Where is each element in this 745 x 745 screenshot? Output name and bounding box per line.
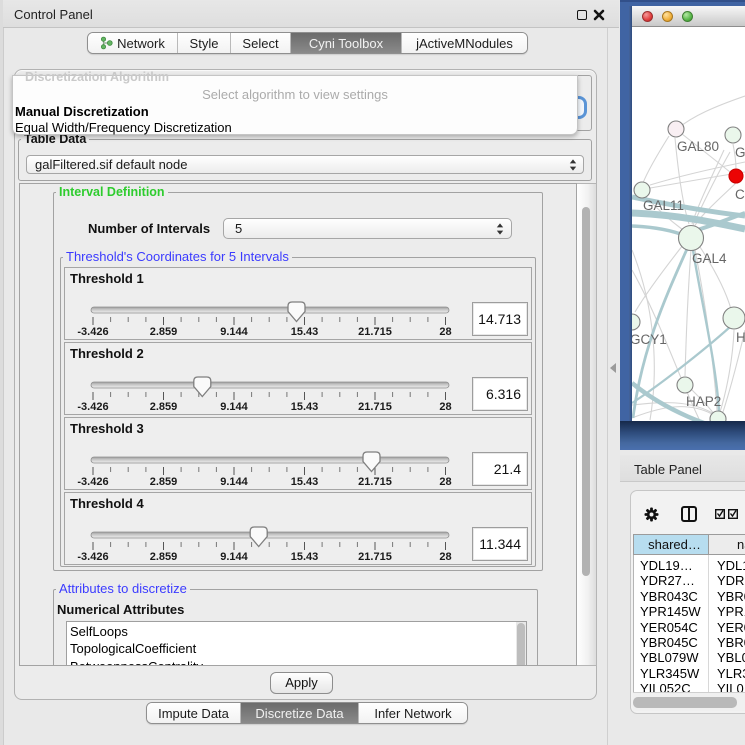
svg-text:2.859: 2.859: [150, 551, 178, 563]
svg-text:28: 28: [439, 401, 451, 413]
svg-text:GAL80: GAL80: [677, 139, 719, 154]
svg-text:15.43: 15.43: [291, 326, 319, 338]
svg-text:21.715: 21.715: [358, 551, 392, 563]
svg-text:9.144: 9.144: [220, 326, 248, 338]
svg-text:-3.426: -3.426: [77, 476, 108, 488]
svg-text:C: C: [735, 187, 745, 202]
svg-text:GAL4: GAL4: [692, 251, 727, 266]
svg-text:H: H: [736, 330, 745, 345]
svg-text:GCY1: GCY1: [632, 332, 667, 347]
svg-text:21.715: 21.715: [358, 476, 392, 488]
svg-text:9.144: 9.144: [220, 476, 248, 488]
svg-text:21.715: 21.715: [358, 326, 392, 338]
svg-text:28: 28: [439, 476, 451, 488]
svg-text:28: 28: [439, 551, 451, 563]
svg-text:2.859: 2.859: [150, 326, 178, 338]
svg-text:GA: GA: [735, 145, 745, 160]
svg-text:15.43: 15.43: [291, 401, 319, 413]
svg-text:28: 28: [439, 326, 451, 338]
svg-text:15.43: 15.43: [291, 551, 319, 563]
svg-text:15.43: 15.43: [291, 476, 319, 488]
svg-text:2.859: 2.859: [150, 401, 178, 413]
svg-text:-3.426: -3.426: [77, 401, 108, 413]
svg-text:21.715: 21.715: [358, 401, 392, 413]
svg-text:2.859: 2.859: [150, 476, 178, 488]
svg-text:-3.426: -3.426: [77, 326, 108, 338]
svg-text:HAP2: HAP2: [686, 394, 721, 409]
svg-text:-3.426: -3.426: [77, 551, 108, 563]
svg-text:GAL11: GAL11: [643, 198, 684, 213]
svg-text:9.144: 9.144: [220, 401, 248, 413]
svg-text:9.144: 9.144: [220, 551, 248, 563]
